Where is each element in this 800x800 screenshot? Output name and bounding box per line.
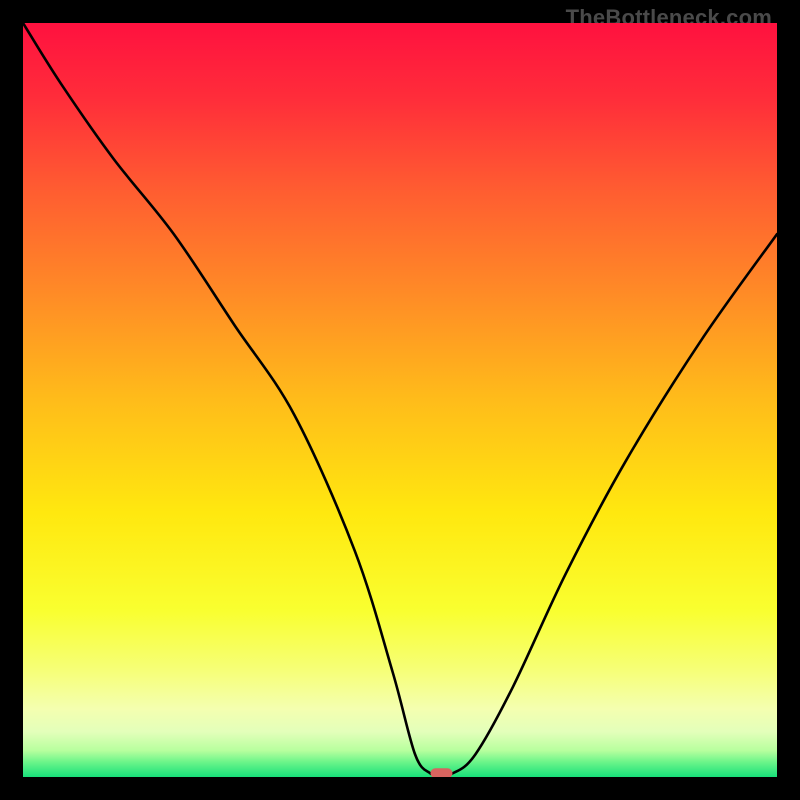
bottleneck-curve — [23, 23, 777, 775]
optimal-marker — [430, 768, 452, 777]
curve-layer — [23, 23, 777, 777]
chart-frame: TheBottleneck.com — [0, 0, 800, 800]
plot-area — [23, 23, 777, 777]
